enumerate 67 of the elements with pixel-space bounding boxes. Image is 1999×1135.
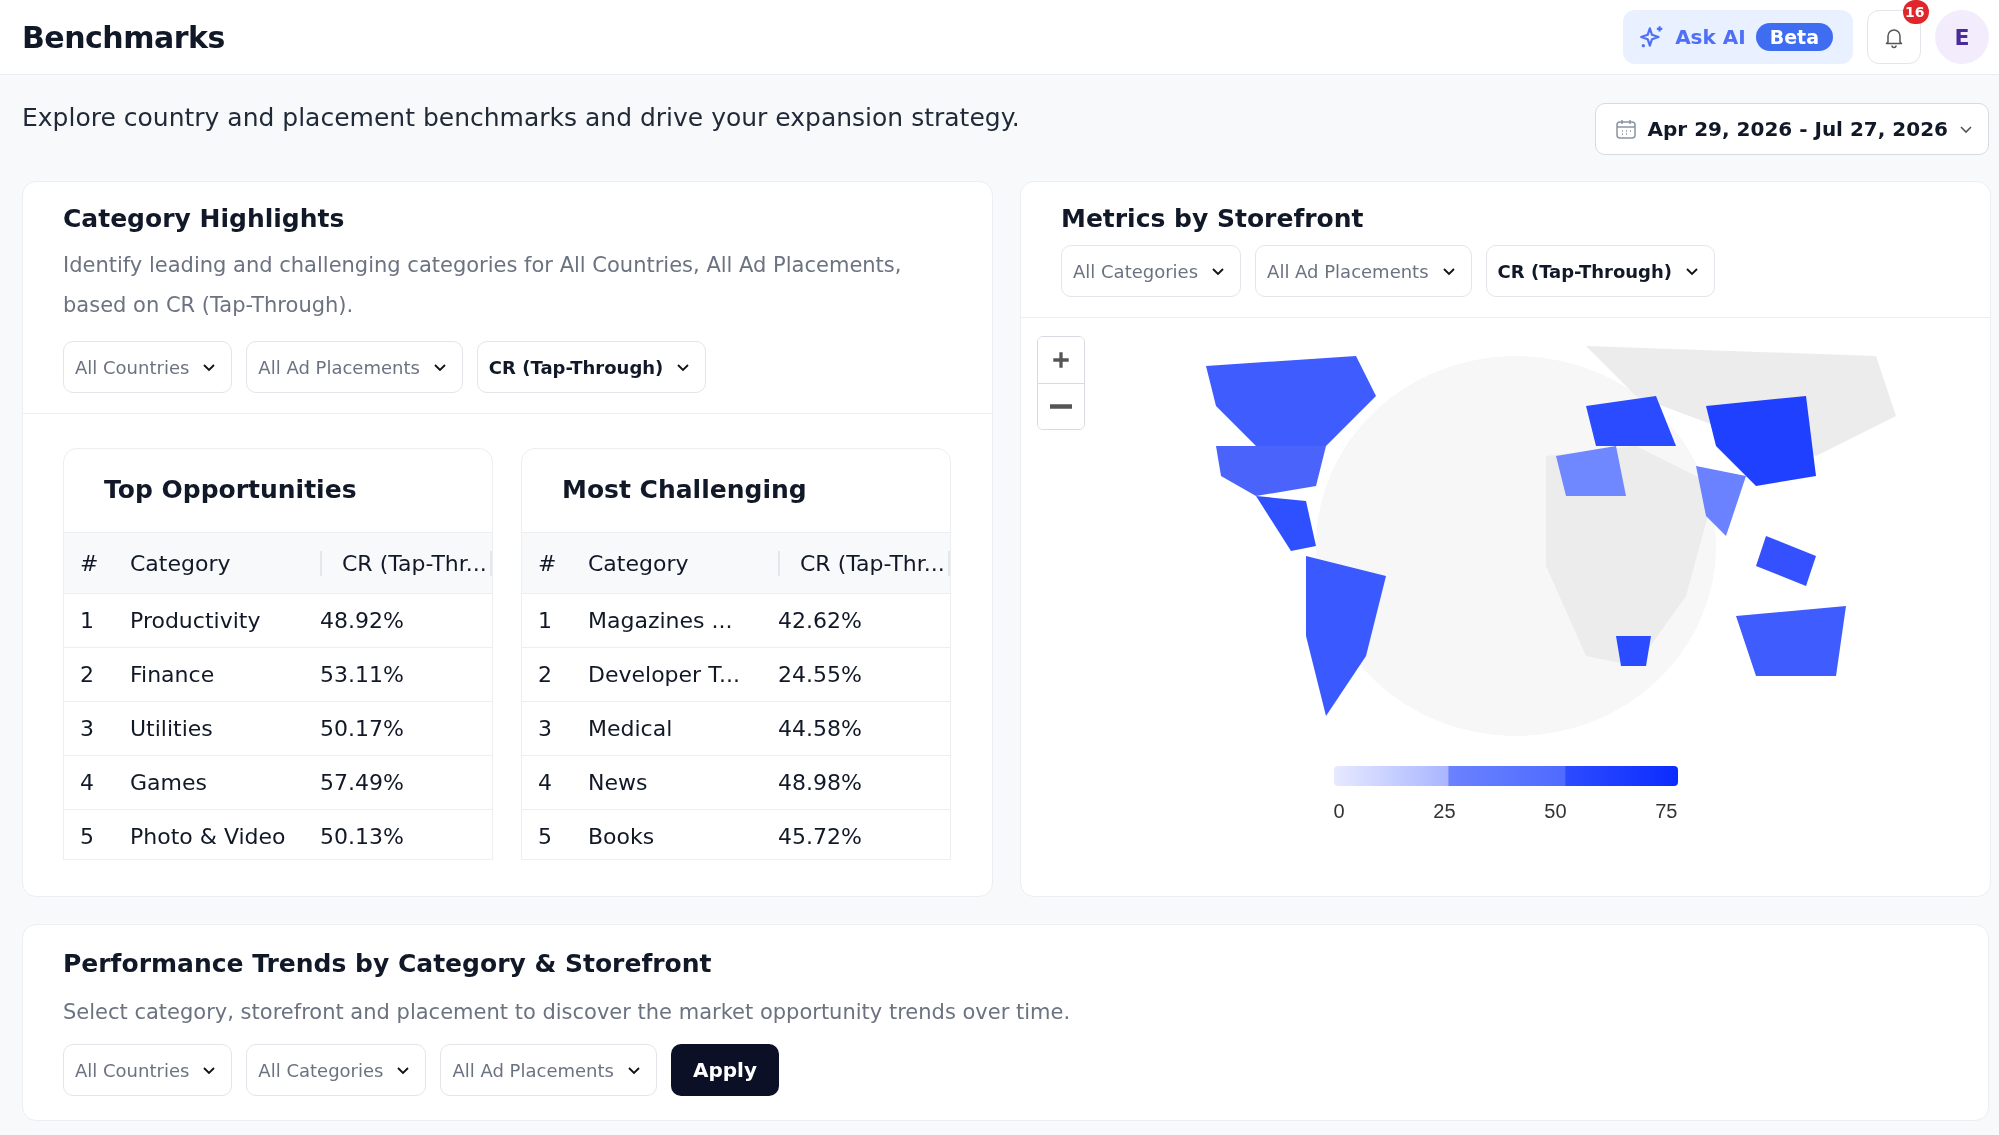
filter-dropdown[interactable]: All Categories bbox=[1061, 245, 1242, 297]
scale-label: 50 bbox=[1544, 800, 1567, 823]
plus-icon bbox=[1050, 349, 1072, 371]
column-header: CR (Tap-Thr... bbox=[800, 550, 950, 576]
table-cell-text: 42.62% bbox=[778, 608, 863, 633]
filter-dropdown[interactable]: CR (Tap-Through) bbox=[1485, 245, 1716, 297]
table-cell-text: 4 bbox=[537, 770, 553, 795]
beta-badge: Beta bbox=[1755, 23, 1833, 51]
card-title: Metrics by Storefront bbox=[1061, 204, 1365, 233]
table-cell-text: 2 bbox=[79, 662, 95, 687]
calendar-icon bbox=[1613, 117, 1638, 141]
table-cell-text: Magazines ... bbox=[588, 608, 734, 633]
table-cell-text: News bbox=[588, 770, 649, 795]
table-cell-text: Books bbox=[588, 824, 656, 849]
table-cell-text: 45.72% bbox=[778, 824, 863, 849]
column-header: CR (Tap-Thr... bbox=[342, 550, 492, 576]
table-cell-text: 4 bbox=[79, 770, 95, 795]
table-cell-text: 5 bbox=[537, 824, 553, 849]
table-cell-text: 5 bbox=[79, 824, 95, 849]
filter-dropdown[interactable]: All Countries bbox=[63, 1044, 233, 1096]
table-cell-text: 53.11% bbox=[320, 662, 405, 687]
column-header: # bbox=[79, 550, 100, 576]
column-header: Category bbox=[130, 550, 322, 576]
table-cell-text: 24.55% bbox=[778, 662, 863, 687]
table-cell-text: 1 bbox=[537, 608, 553, 633]
table-cell-text: 2 bbox=[537, 662, 553, 687]
card-description: Identify leading and challenging categories for All Countries, All Ad Placements, based on CR (Tap-Through). bbox=[63, 252, 903, 319]
table-cell-text: Medical bbox=[588, 716, 674, 741]
minus-icon bbox=[1050, 404, 1072, 409]
filter-dropdown[interactable]: CR (Tap-Through) bbox=[476, 341, 707, 393]
page-title: Benchmarks bbox=[22, 19, 225, 55]
table-cell-text: 1 bbox=[79, 608, 95, 633]
table-cell-text: 44.58% bbox=[778, 716, 863, 741]
intro-text: Explore country and placement benchmarks and drive your expansion strategy. bbox=[22, 103, 1020, 132]
table-cell-text: Developer T... bbox=[588, 662, 741, 687]
zoom-out-button[interactable] bbox=[1038, 383, 1084, 429]
table-cell-text: Productivity bbox=[130, 608, 262, 633]
table-cell-text: Utilities bbox=[130, 716, 214, 741]
table-cell-text: Photo & Video bbox=[130, 824, 287, 849]
table-cell-text: 3 bbox=[537, 716, 553, 741]
table-cell-text: 48.92% bbox=[320, 608, 405, 633]
scale-label: 75 bbox=[1655, 800, 1678, 823]
card-title: Performance Trends by Category & Storefront bbox=[63, 949, 713, 978]
ask-ai-button[interactable]: Ask AI Beta bbox=[1623, 10, 1853, 64]
scale-label: 25 bbox=[1433, 800, 1456, 823]
filter-dropdown[interactable]: All Ad Placements bbox=[246, 341, 463, 393]
column-header: # bbox=[537, 550, 558, 576]
ask-ai-label: Ask AI bbox=[1675, 25, 1746, 49]
table-cell-text: 3 bbox=[79, 716, 95, 741]
table-cell-text: 50.17% bbox=[320, 716, 405, 741]
filter-dropdown[interactable]: All Ad Placements bbox=[1255, 245, 1472, 297]
scale-label: 0 bbox=[1333, 800, 1345, 823]
table-cell-text: Games bbox=[130, 770, 208, 795]
filter-dropdown[interactable]: All Categories bbox=[246, 1044, 427, 1096]
table-cell-text: 57.49% bbox=[320, 770, 405, 795]
filter-dropdown[interactable]: All Ad Placements bbox=[440, 1044, 657, 1096]
card-description: Select category, storefront and placement to discover the market opportunity trends over time. bbox=[63, 1000, 1072, 1024]
table-cell-text: Finance bbox=[130, 662, 216, 687]
notification-count-badge: 16 bbox=[1903, 0, 1929, 24]
user-avatar[interactable]: E bbox=[1935, 10, 1989, 64]
apply-button[interactable]: Apply bbox=[670, 1044, 779, 1096]
date-range-picker[interactable]: Apr 29, 2026 - Jul 27, 2026 bbox=[1594, 103, 1989, 155]
table-cell-text: 48.98% bbox=[778, 770, 863, 795]
card-title: Category Highlights bbox=[63, 204, 346, 233]
table-cell-text: 50.13% bbox=[320, 824, 405, 849]
column-header: Category bbox=[588, 550, 780, 576]
filter-dropdown[interactable]: All Countries bbox=[63, 341, 233, 393]
